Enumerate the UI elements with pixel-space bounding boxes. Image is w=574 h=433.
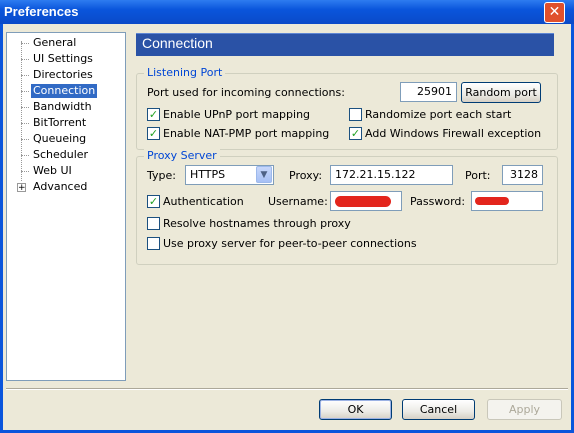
group-title: Listening Port: [144, 66, 226, 79]
auth-label: Authentication: [163, 195, 244, 208]
ok-button[interactable]: OK: [319, 399, 392, 420]
chevron-down-icon[interactable]: ▼: [256, 166, 272, 183]
tree-branch: [21, 75, 29, 76]
firewall-label: Add Windows Firewall exception: [365, 127, 542, 140]
tree-item-label: Queueing: [33, 132, 87, 145]
randomize-label: Randomize port each start: [365, 108, 512, 121]
upnp-label: Enable UPnP port mapping: [163, 108, 311, 121]
username-label: Username:: [268, 195, 328, 208]
randomize-checkbox[interactable]: [349, 108, 362, 121]
auth-checkbox[interactable]: ✓: [147, 195, 160, 208]
natpmp-checkbox[interactable]: ✓: [147, 127, 160, 140]
tree-branch: [21, 43, 29, 44]
tree-branch: [21, 139, 29, 140]
tree-item-label: Connection: [31, 84, 98, 98]
tree-branch: [21, 91, 29, 92]
tree-branch: [21, 155, 29, 156]
close-button[interactable]: ✕: [544, 2, 565, 23]
close-icon: ✕: [548, 4, 561, 20]
firewall-checkbox[interactable]: ✓: [349, 127, 362, 140]
proxy-host-input[interactable]: 172.21.15.122: [330, 165, 453, 185]
password-input[interactable]: [471, 191, 543, 211]
username-input[interactable]: [330, 191, 402, 211]
tree-branch: [21, 171, 29, 172]
expand-icon[interactable]: +: [17, 183, 26, 193]
tree-branch: [21, 59, 29, 60]
proxy-port-label: Port:: [465, 169, 491, 182]
proxy-type-value: HTTPS: [190, 168, 226, 181]
upnp-checkbox[interactable]: ✓: [147, 108, 160, 121]
proxy-port-input[interactable]: 3128: [502, 165, 543, 185]
p2p-proxy-label: Use proxy server for peer-to-peer connec…: [163, 237, 417, 250]
random-port-button[interactable]: Random port: [461, 82, 541, 103]
separator: [6, 388, 568, 390]
port-label: Port used for incoming connections:: [147, 86, 345, 99]
redaction-mark: [335, 196, 391, 207]
redaction-mark: [475, 197, 509, 205]
resolve-hostnames-label: Resolve hostnames through proxy: [163, 217, 351, 230]
p2p-proxy-checkbox[interactable]: [147, 237, 160, 250]
proxy-label: Proxy:: [289, 169, 323, 182]
tree-item-label: UI Settings: [33, 52, 93, 65]
natpmp-label: Enable NAT-PMP port mapping: [163, 127, 330, 140]
tree-line: [21, 41, 22, 181]
tree-item-label: Advanced: [33, 180, 88, 193]
tree-item-label: Bandwidth: [33, 100, 92, 113]
password-label: Password:: [410, 195, 466, 208]
tree-item-label: General: [33, 36, 77, 49]
tree-item-label: Scheduler: [33, 148, 89, 161]
settings-tree[interactable]: General UI Settings Directories Connecti…: [6, 32, 126, 381]
group-title: Proxy Server: [144, 149, 220, 162]
tree-item-label: Directories: [33, 68, 93, 81]
resolve-hostnames-checkbox[interactable]: [147, 217, 160, 230]
cancel-button[interactable]: Cancel: [402, 399, 475, 420]
tree-branch: [21, 123, 29, 124]
page-title: Connection: [142, 35, 213, 51]
window-title: Preferences: [4, 4, 79, 19]
apply-button[interactable]: Apply: [487, 399, 562, 420]
tree-branch: [21, 107, 29, 108]
tree-item-label: BitTorrent: [33, 116, 87, 129]
title-bar[interactable]: [0, 0, 574, 24]
tree-item-label: Web UI: [33, 164, 72, 177]
type-label: Type:: [147, 169, 176, 182]
port-input[interactable]: 25901: [400, 82, 457, 102]
